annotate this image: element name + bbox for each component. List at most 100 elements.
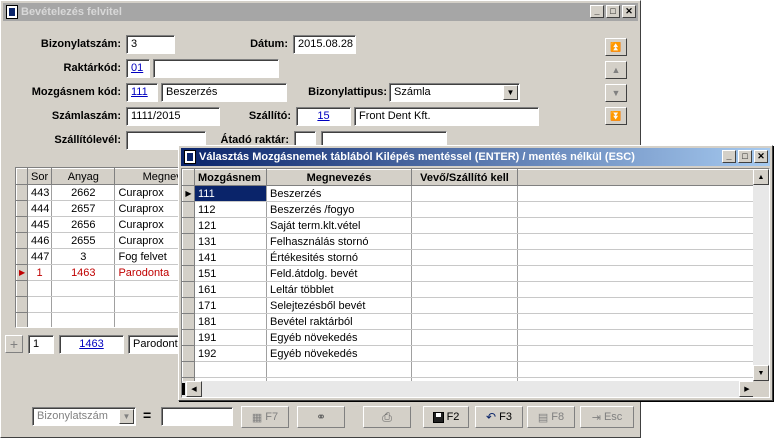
edit-sor-field[interactable]: 1	[28, 335, 54, 354]
row-code: 111	[194, 185, 267, 202]
close-button[interactable]: ✕	[754, 150, 768, 163]
table-row[interactable]: 444 2657 Curaprox	[16, 200, 184, 217]
mozgasnem-grid-header: Mozgásnem Megnevezés Vevő/Szállító kell	[182, 169, 759, 186]
minimize-button[interactable]: _	[722, 150, 736, 163]
column-header-mozgasnem[interactable]: Mozgásnem	[194, 169, 267, 186]
szamlaszam-field[interactable]: 1111/2015	[126, 107, 220, 126]
horizontal-scrollbar[interactable]: ◀ ▶	[182, 381, 755, 397]
scroll-thumb[interactable]	[182, 383, 185, 395]
next-record-icon[interactable]: ▼	[605, 84, 627, 102]
table-row[interactable]: 121 Saját term.klt.vétel	[182, 217, 759, 234]
edit-anyag-value[interactable]: 1463	[79, 338, 103, 350]
maximize-button[interactable]: □	[738, 150, 752, 163]
edit-name-field[interactable]: Parodonte	[128, 335, 184, 354]
raktarkod-field[interactable]: 01	[126, 59, 150, 78]
table-row[interactable]: 443 2662 Curaprox	[16, 184, 184, 201]
items-grid[interactable]: Sor Anyag Megneve 443 2662 Curaprox 444 265…	[15, 167, 185, 328]
szallito-code-value[interactable]: 15	[317, 110, 329, 122]
column-header-anyag[interactable]: Anyag	[51, 168, 116, 185]
binoculars-button[interactable]: ⚭	[297, 406, 345, 428]
table-row[interactable]: 141 Értékesités stornó	[182, 249, 759, 266]
search-f7-button[interactable]: ▦ F7	[241, 406, 289, 428]
column-header-vevo-szallito[interactable]: Vevő/Szállító kell	[411, 169, 518, 186]
previous-record-icon[interactable]: ▲	[605, 61, 627, 79]
printer-icon: ⎙	[382, 409, 392, 424]
mozgasnem-code-value[interactable]: 111	[131, 86, 148, 98]
szallito-name-field[interactable]: Front Dent Kft.	[354, 107, 539, 126]
row-anyag: 2657	[51, 200, 116, 217]
table-row[interactable]: 112 Beszerzés /fogyo	[182, 201, 759, 218]
datum-label: Dátum:	[250, 38, 288, 50]
lookup-window-titlebar[interactable]: Választás Mozgásnemek táblából Kilépés m…	[181, 148, 770, 166]
f8-label: F8	[551, 411, 565, 423]
row-anyag: 2662	[51, 184, 116, 201]
main-window-titlebar[interactable]: Bevételezés felvitel _ □ ✕	[3, 3, 638, 21]
bizonylattipus-select[interactable]: Számla ▼	[389, 83, 520, 102]
row-pointer-icon: ▶	[16, 264, 29, 281]
table-row[interactable]: 181 Bevétel raktárból	[182, 313, 759, 330]
mozgasnem-name-field[interactable]: Beszerzés	[161, 83, 287, 102]
f7-label: F7	[265, 411, 279, 423]
row-pointer-icon: ▶	[182, 185, 195, 202]
last-record-icon[interactable]: ⏬	[605, 107, 627, 125]
column-header-megnevezes[interactable]: Megneve	[114, 168, 184, 185]
table-row-selected[interactable]: ▶ 111 Beszerzés	[182, 185, 759, 202]
row-name: Egyéb növekedés	[266, 329, 412, 346]
table-row[interactable]: 131 Felhasználás stornó	[182, 233, 759, 250]
items-grid-header: Sor Anyag Megneve	[16, 168, 184, 185]
mozgasnem-code-field[interactable]: 111	[126, 83, 158, 102]
save-f2-button[interactable]: F2	[423, 406, 469, 428]
maximize-button[interactable]: □	[606, 5, 620, 18]
row-name: Értékesités stornó	[266, 249, 412, 266]
table-row[interactable]: 192 Egyéb növekedés	[182, 345, 759, 362]
row-name: Leltár többlet	[266, 281, 412, 298]
row-code: 171	[194, 297, 267, 314]
row-sor: 443	[27, 184, 53, 201]
table-row[interactable]: 191 Egyéb növekedés	[182, 329, 759, 346]
add-row-icon[interactable]: +	[5, 335, 23, 353]
table-row[interactable]: 151 Feld.átdolg. bevét	[182, 265, 759, 282]
scroll-up-icon[interactable]: ▲	[753, 169, 769, 185]
table-row[interactable]: 447 3 Fog felvet	[16, 248, 184, 265]
row-code: 192	[194, 345, 267, 362]
app-icon	[6, 5, 18, 19]
bizonylattipus-value: Számla	[394, 86, 431, 98]
row-name: Feld.átdolg. bevét	[266, 265, 412, 282]
table-row[interactable]: 161 Leltár többlet	[182, 281, 759, 298]
datum-field[interactable]: 2015.08.28	[293, 35, 356, 54]
vertical-scrollbar[interactable]: ▲ ▼	[753, 169, 769, 381]
undo-arrow-icon: ↶	[486, 410, 497, 424]
column-header-megnevezes[interactable]: Megnevezés	[266, 169, 412, 186]
column-header-sor[interactable]: Sor	[27, 168, 53, 185]
bizonylatszam-field[interactable]: 3	[126, 35, 175, 54]
scroll-left-icon[interactable]: ◀	[186, 381, 202, 397]
undo-f3-button[interactable]: ↶ F3	[475, 406, 523, 428]
exit-esc-button[interactable]: ⇥ Esc	[580, 406, 634, 428]
chevron-down-icon[interactable]: ▼	[503, 85, 518, 100]
filter-field-select[interactable]: Bizonylatszám ▼	[32, 407, 136, 426]
szallito-code-field[interactable]: 15	[296, 107, 351, 126]
table-row[interactable]: 445 2656 Curaprox	[16, 216, 184, 233]
raktarkod-value[interactable]: 01	[131, 62, 143, 74]
table-row[interactable]: 171 Selejtezésből bevét	[182, 297, 759, 314]
close-button[interactable]: ✕	[622, 5, 636, 18]
filter-field-value: Bizonylatszám	[37, 410, 108, 422]
mozgasnem-grid[interactable]: Mozgásnem Megnevezés Vevő/Szállító kell …	[181, 168, 770, 398]
first-record-icon[interactable]: ⏫	[605, 38, 627, 56]
row-name: Curaprox	[114, 216, 184, 233]
row-name: Curaprox	[114, 200, 184, 217]
table-row[interactable]: 446 2655 Curaprox	[16, 232, 184, 249]
scroll-down-icon[interactable]: ▼	[753, 365, 769, 381]
f3-label: F3	[499, 411, 512, 423]
minimize-button[interactable]: _	[590, 5, 604, 18]
edit-anyag-field[interactable]: 1463	[59, 335, 124, 354]
table-row-current[interactable]: ▶ 1 1463 Parodonta	[16, 264, 184, 281]
raktar-name-field[interactable]	[153, 59, 279, 78]
row-code: 191	[194, 329, 267, 346]
delete-f8-button[interactable]: ▤ F8	[527, 406, 575, 428]
row-code: 131	[194, 233, 267, 250]
filter-value-field[interactable]	[161, 407, 233, 426]
print-button[interactable]: ⎙	[363, 406, 411, 428]
chevron-down-icon[interactable]: ▼	[119, 409, 134, 424]
row-sor: 1	[27, 264, 53, 281]
